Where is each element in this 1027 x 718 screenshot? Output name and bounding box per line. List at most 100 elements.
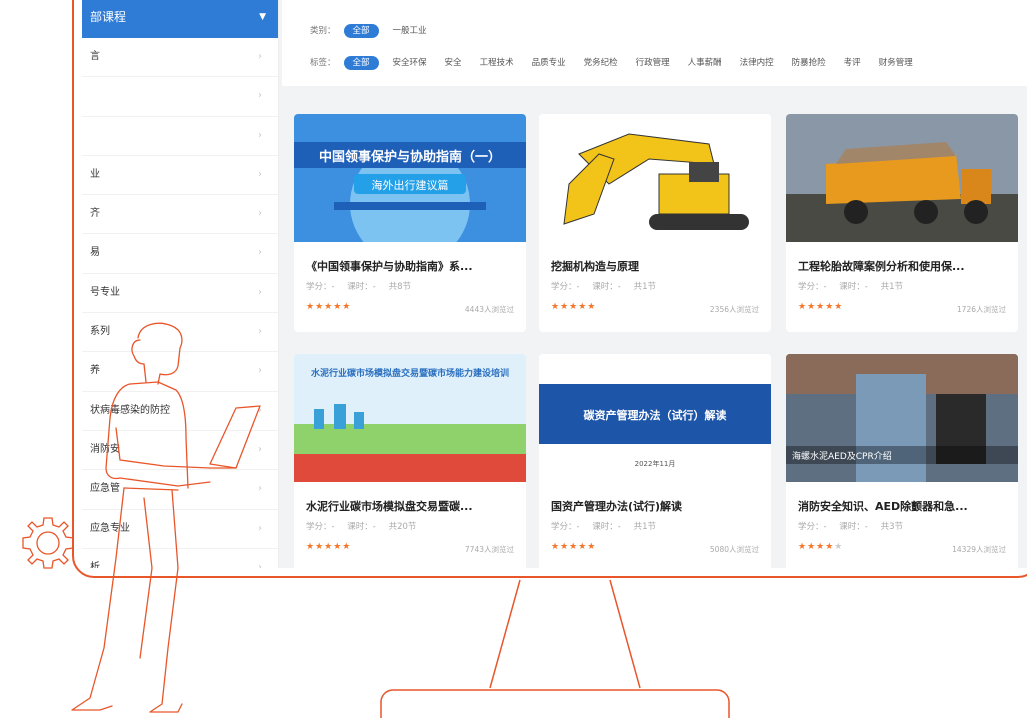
chevron-right-icon: › xyxy=(258,129,262,141)
sidebar-item[interactable]: › xyxy=(82,77,278,117)
chevron-right-icon: › xyxy=(258,168,262,180)
course-hours: 课时：- xyxy=(347,522,376,532)
chevron-right-icon: › xyxy=(258,247,262,259)
filter-chip[interactable]: 法律内控 xyxy=(740,58,774,68)
course-meta: 学分：- 课时：- 共1节 xyxy=(551,520,666,532)
course-hours: 课时：- xyxy=(592,522,621,532)
sidebar-header[interactable]: 部课程 ▼ xyxy=(82,0,278,38)
course-thumbnail[interactable]: 碳资产管理办法（试行）解读 2022年11月 xyxy=(539,354,771,482)
course-credit: 学分：- xyxy=(798,522,827,532)
course-card[interactable]: 水泥行业碳市场模拟盘交易暨碳市场能力建设培训 水泥行业碳市场模拟盘交易暨碳...… xyxy=(294,354,526,568)
course-sections: 共1节 xyxy=(633,282,656,292)
viewer-count: 1726人浏览过 xyxy=(956,305,1006,314)
sidebar-item[interactable]: 号专业 › xyxy=(82,274,278,314)
course-card[interactable]: 中国领事保护与协助指南（一） 海外出行建议篇 《中国领事保护与协助指南》系... … xyxy=(294,114,526,332)
course-thumbnail[interactable] xyxy=(786,114,1018,242)
course-title[interactable]: 工程轮胎故障案例分析和使用保... xyxy=(798,258,1010,274)
course-meta: 学分：- 课时：- 共1节 xyxy=(798,280,913,292)
course-thumbnail[interactable] xyxy=(539,114,771,242)
course-meta: 学分：- 课时：- 共1节 xyxy=(551,280,666,292)
sidebar-item[interactable]: 言 › xyxy=(82,38,278,78)
sidebar-item-label: 齐 xyxy=(90,208,100,220)
course-title[interactable]: 消防安全知识、AED除颤器和急... xyxy=(798,498,1010,514)
svg-text:2022年11月: 2022年11月 xyxy=(635,459,676,468)
course-thumbnail[interactable]: 水泥行业碳市场模拟盘交易暨碳市场能力建设培训 xyxy=(294,354,526,482)
category-filter-row: 类别： 全部 一般工业 xyxy=(310,24,445,38)
course-credit: 学分：- xyxy=(306,522,335,532)
sidebar-item[interactable]: 齐 › xyxy=(82,195,278,235)
chevron-right-icon: › xyxy=(258,208,262,220)
filter-chip[interactable]: 一般工业 xyxy=(393,26,427,36)
rating-stars: ★★★★★ xyxy=(306,302,352,312)
sidebar-item-label: 业 xyxy=(90,168,100,180)
course-thumbnail[interactable]: 海螺水泥AED及CPR介绍 xyxy=(786,354,1018,482)
course-meta: 学分：- 课时：- 共8节 xyxy=(306,280,421,292)
course-thumbnail[interactable]: 中国领事保护与协助指南（一） 海外出行建议篇 xyxy=(294,114,526,264)
category-label: 类别： xyxy=(310,26,336,36)
course-hours: 课时：- xyxy=(347,282,376,292)
chevron-right-icon: › xyxy=(258,51,262,62)
filter-chip[interactable]: 品质专业 xyxy=(532,58,566,68)
course-meta: 学分：- 课时：- 共3节 xyxy=(798,520,913,532)
course-hours: 课时：- xyxy=(592,282,621,292)
viewer-count: 14329人浏览过 xyxy=(952,545,1006,554)
svg-text:水泥行业碳市场模拟盘交易暨碳市场能力建设培训: 水泥行业碳市场模拟盘交易暨碳市场能力建设培训 xyxy=(311,367,509,379)
rating-stars: ★★★★★ xyxy=(306,542,352,552)
course-hours: 课时：- xyxy=(839,282,868,292)
sidebar-header-label: 部课程 xyxy=(90,10,127,24)
filter-chip[interactable]: 安全环保 xyxy=(393,58,427,68)
person-with-laptop-illustration xyxy=(71,322,261,713)
rating-stars: ★★★★★ xyxy=(798,542,844,552)
course-hours: 课时：- xyxy=(839,522,868,532)
filter-chip-all[interactable]: 全部 xyxy=(343,56,379,70)
filter-chip[interactable]: 考评 xyxy=(844,58,861,68)
chevron-right-icon: › xyxy=(258,286,262,298)
caret-down-icon: ▼ xyxy=(259,12,266,22)
filter-chip[interactable]: 安全 xyxy=(445,58,462,68)
chevron-right-icon: › xyxy=(258,90,262,102)
course-sections: 共3节 xyxy=(880,522,903,532)
filter-panel: 类别： 全部 一般工业 标签： 全部 安全环保 安全 工程技术 品质专业 党务纪检 行政管理人… xyxy=(282,0,1027,86)
filter-chip[interactable]: 防暴抢险 xyxy=(792,58,826,68)
filter-chip[interactable]: 党务纪检 xyxy=(584,58,618,68)
rating-stars: ★★★★★ xyxy=(798,302,844,312)
sidebar-item-label: 易 xyxy=(90,247,100,259)
course-title[interactable]: 挖掘机构造与原理 xyxy=(551,258,763,274)
tag-filter-row: 标签： 全部 安全环保 安全 工程技术 品质专业 党务纪检 行政管理 人事薪酬 法律内控 防暴抢险… xyxy=(310,56,931,70)
course-title[interactable]: 国资产管理办法(试行)解读 xyxy=(551,498,763,514)
course-credit: 学分：- xyxy=(551,282,580,292)
main-content: 类别： 全部 一般工业 标签： 全部 安全环保 安全 工程技术 品质专业 党务纪检 行政管理人… xyxy=(280,0,1027,568)
filter-chip-all[interactable]: 全部 xyxy=(343,24,379,38)
sidebar-item[interactable]: 业 › xyxy=(82,156,278,196)
course-sections: 共1节 xyxy=(880,282,903,292)
course-card[interactable]: 工程轮胎故障案例分析和使用保... 学分：- 课时：- 共1节 ★★★★★ 17… xyxy=(786,114,1018,332)
tag-label: 标签： xyxy=(310,58,336,68)
course-credit: 学分：- xyxy=(798,282,827,292)
course-credit: 学分：- xyxy=(306,282,335,292)
viewer-count: 4443人浏览过 xyxy=(464,305,514,314)
viewer-count: 2356人浏览过 xyxy=(709,305,759,314)
filter-chip[interactable]: 行政管理 xyxy=(636,58,670,68)
sidebar-item[interactable]: › xyxy=(82,117,278,156)
thumb-title: 中国领事保护与协助指南（一） xyxy=(319,149,501,165)
course-card[interactable]: 海螺水泥AED及CPR介绍 消防安全知识、AED除颤器和急... 学分：- 课时… xyxy=(786,354,1018,568)
svg-text:海螺水泥AED及CPR介绍: 海螺水泥AED及CPR介绍 xyxy=(792,450,892,462)
filter-chip[interactable]: 财务管理 xyxy=(879,58,913,68)
course-credit: 学分：- xyxy=(551,522,580,532)
sidebar-item-label: 言 xyxy=(90,51,100,62)
course-card[interactable]: 碳资产管理办法（试行）解读 2022年11月 国资产管理办法(试行)解读 学分：-… xyxy=(539,354,771,568)
svg-text:海外出行建议篇: 海外出行建议篇 xyxy=(372,178,449,192)
course-title[interactable]: 水泥行业碳市场模拟盘交易暨碳... xyxy=(306,498,518,514)
filter-chip[interactable]: 工程技术 xyxy=(480,58,514,68)
course-meta: 学分：- 课时：- 共20节 xyxy=(306,520,426,532)
rating-stars: ★★★★★ xyxy=(551,302,597,312)
svg-text:碳资产管理办法（试行）解读: 碳资产管理办法（试行）解读 xyxy=(584,408,727,422)
course-title[interactable]: 《中国领事保护与协助指南》系... xyxy=(306,258,518,274)
course-sections: 共1节 xyxy=(633,522,656,532)
course-sections: 共20节 xyxy=(388,522,417,532)
filter-chip[interactable]: 人事薪酬 xyxy=(688,58,722,68)
sidebar-item-label: 号专业 xyxy=(90,286,120,298)
sidebar-item[interactable]: 易 › xyxy=(82,234,278,274)
course-card[interactable]: 挖掘机构造与原理 学分：- 课时：- 共1节 ★★★★★ 2356人浏览过 xyxy=(539,114,771,332)
rating-stars: ★★★★★ xyxy=(551,542,597,552)
